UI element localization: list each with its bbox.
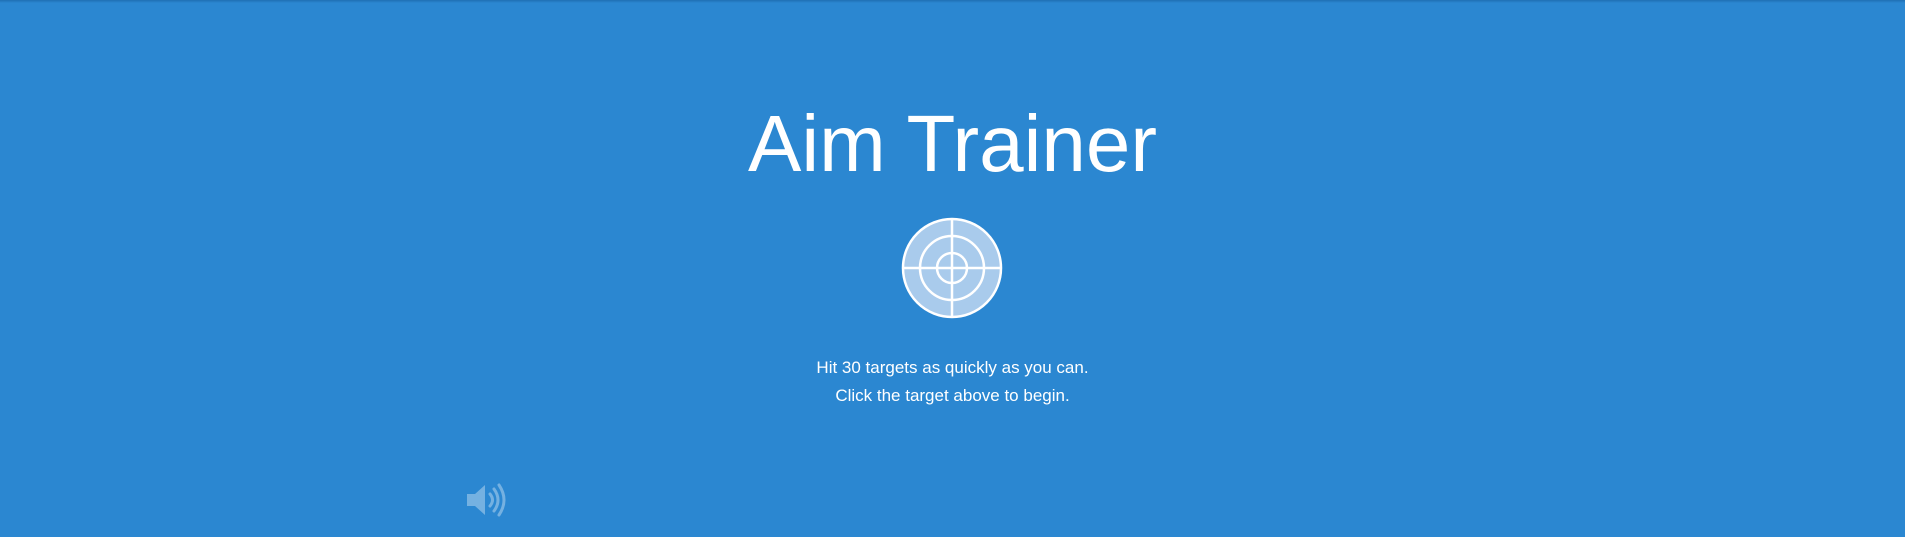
instructions-line-2: Click the target above to begin. <box>835 386 1070 405</box>
speaker-volume-icon <box>467 483 506 517</box>
start-target-button[interactable] <box>901 217 1003 319</box>
instructions: Hit 30 targets as quickly as you can. Cl… <box>0 354 1905 410</box>
top-edge-shadow <box>0 0 1905 3</box>
page-title: Aim Trainer <box>748 99 1157 188</box>
instructions-line-1: Hit 30 targets as quickly as you can. <box>816 358 1089 377</box>
aim-trainer-screen: Aim Trainer Hit 30 targets as quickly as… <box>0 0 1905 537</box>
sound-toggle-button[interactable] <box>465 482 509 518</box>
bullseye-target-icon[interactable] <box>901 217 1003 319</box>
